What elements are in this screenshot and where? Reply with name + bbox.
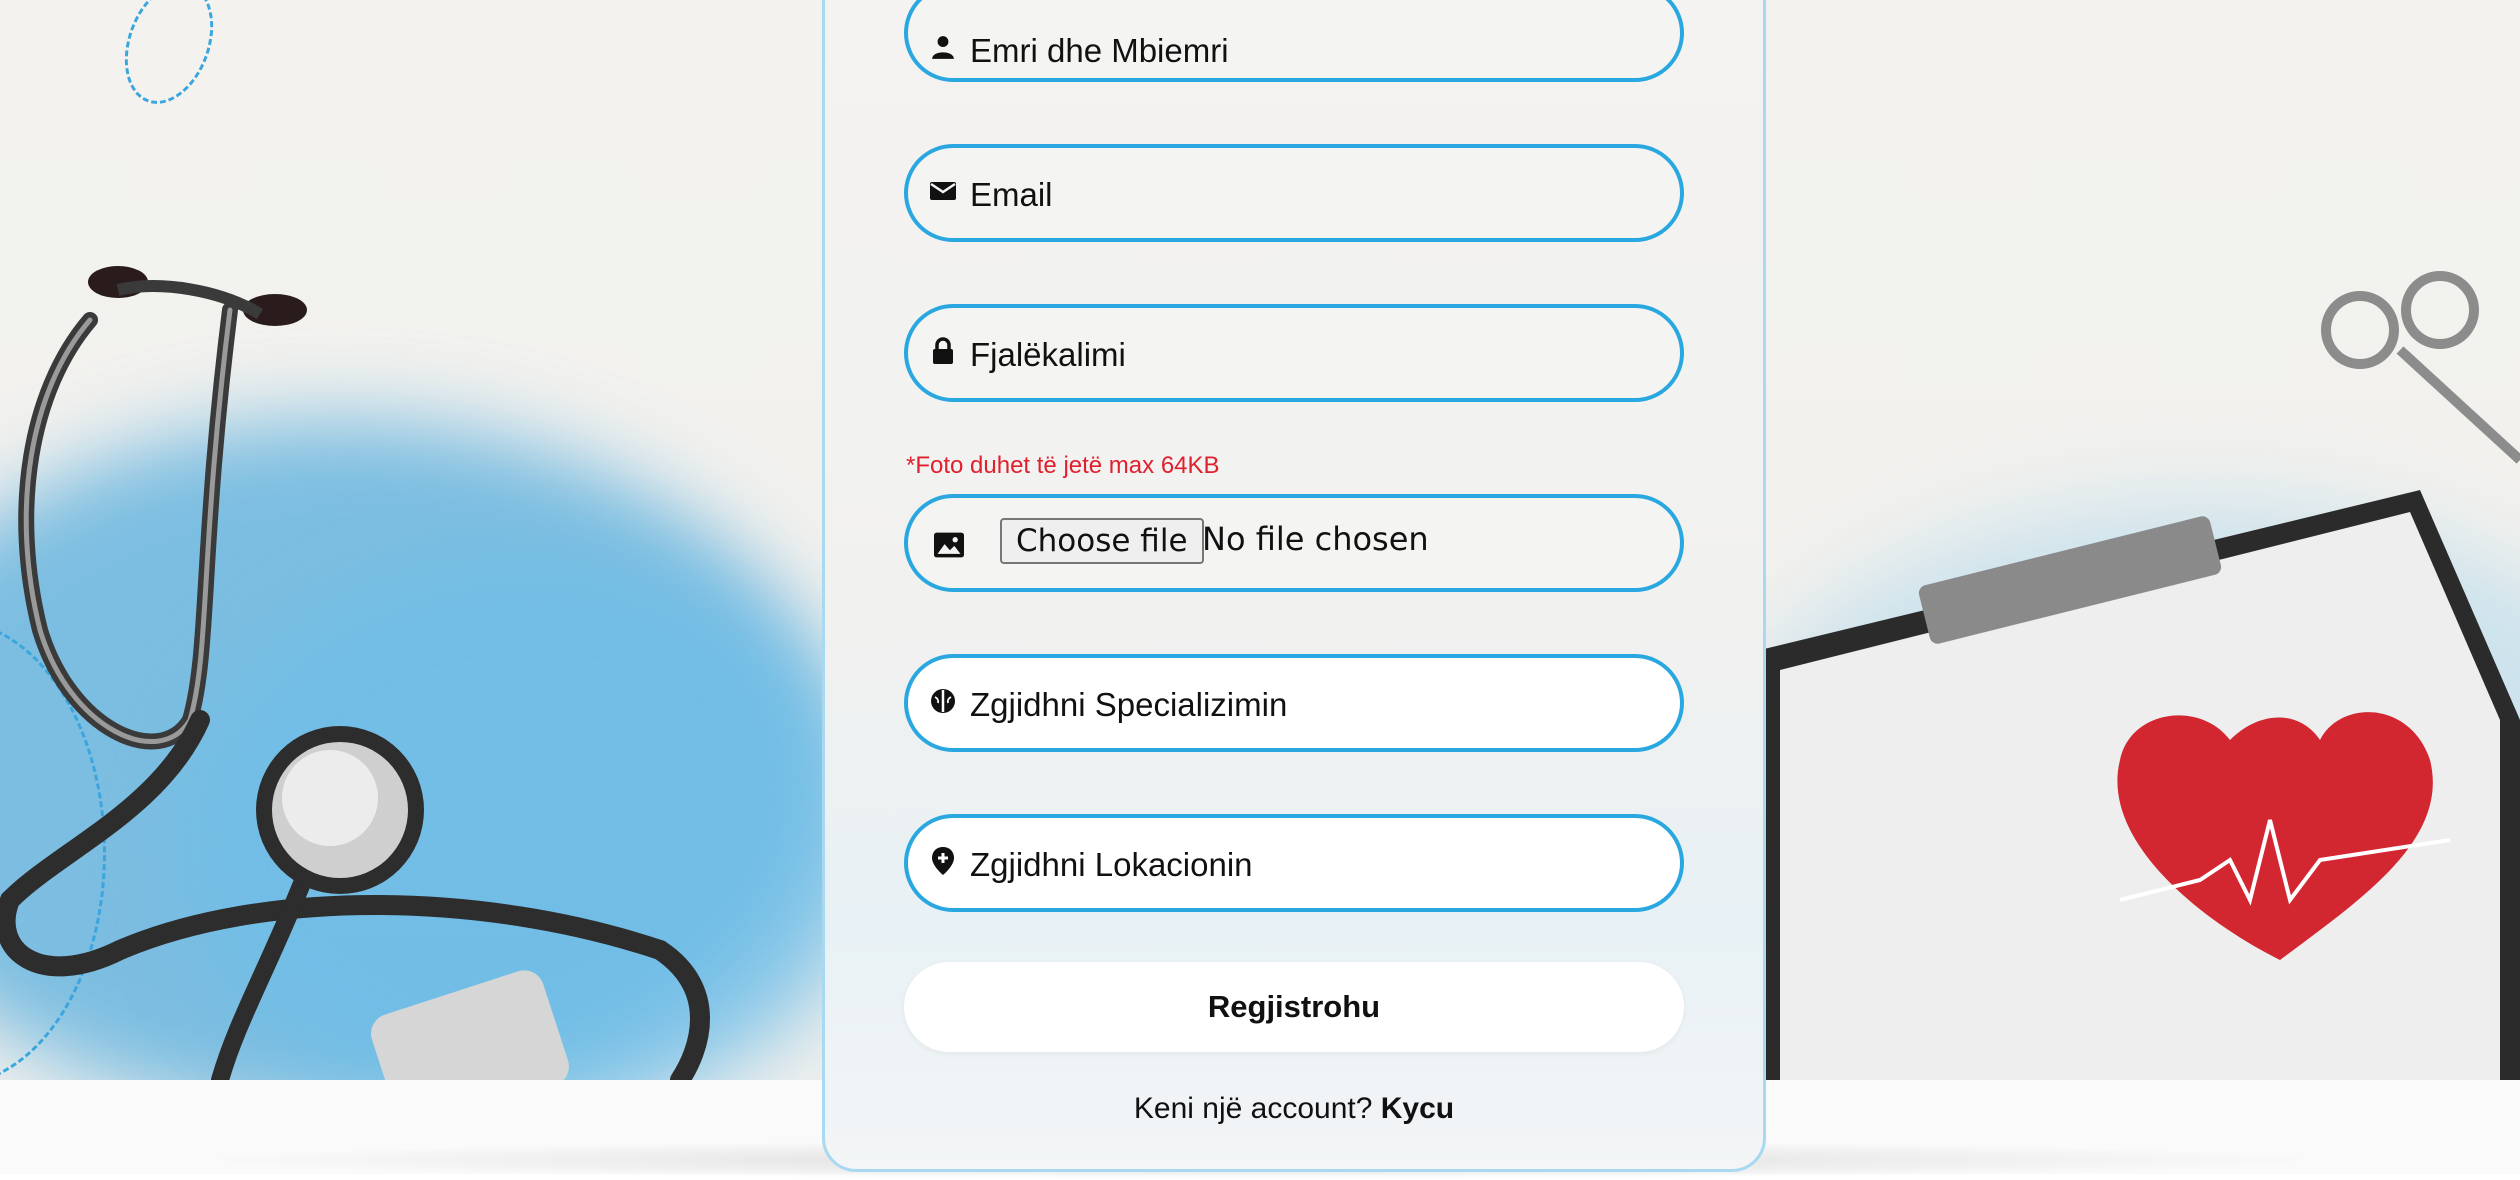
lock-icon [928,336,958,366]
photo-upload-field: Choose file No file chosen [904,494,1684,592]
dashed-loop-decoration [108,0,230,117]
specialization-select[interactable]: Zgjidhni Specializimin [904,654,1684,752]
login-prompt: Keni një account? Kycu [822,1092,1766,1126]
location-select[interactable]: Zgjidhni Lokacionin [904,814,1684,912]
photo-size-hint: *Foto duhet të jetë max 64KB [906,452,1220,479]
clipboard-heart-illustration [1760,271,2520,1080]
login-link[interactable]: Kycu [1381,1092,1454,1125]
email-field[interactable]: Email [904,144,1684,242]
brain-icon [928,686,958,716]
image-icon [934,530,964,560]
name-field[interactable]: Emri dhe Mbiemri [904,0,1684,82]
email-placeholder: Email [970,176,1053,213]
password-placeholder: Fjalëkalimi [970,336,1126,373]
location-placeholder: Zgjidhni Lokacionin [970,846,1253,883]
name-placeholder: Emri dhe Mbiemri [970,32,1229,69]
person-icon [928,32,958,62]
choose-file-button[interactable]: Choose file [1000,518,1204,564]
register-button[interactable]: Regjistrohu [904,962,1684,1052]
password-field[interactable]: Fjalëkalimi [904,304,1684,402]
stethoscope-illustration [0,266,710,1080]
location-pin-icon [928,846,958,876]
specialization-placeholder: Zgjidhni Specializimin [970,686,1288,723]
file-status-text: No file chosen [1202,520,1429,558]
envelope-icon [928,176,958,206]
login-question: Keni një account? [1133,1092,1373,1125]
